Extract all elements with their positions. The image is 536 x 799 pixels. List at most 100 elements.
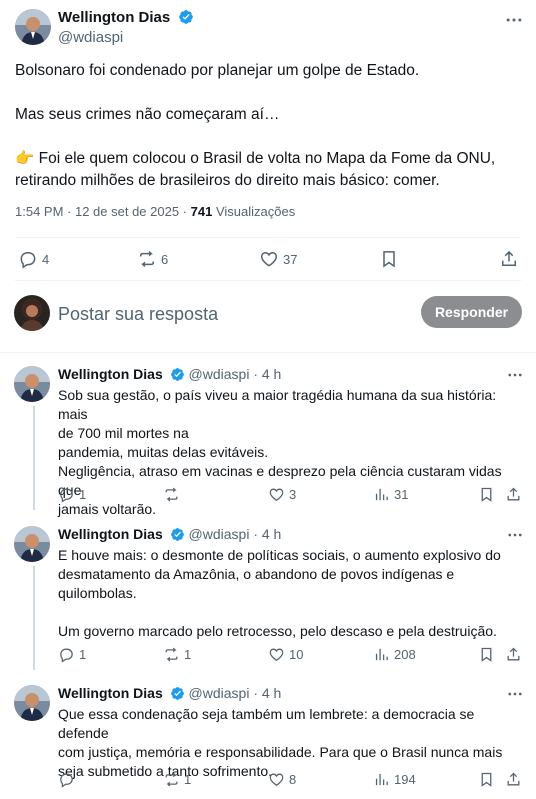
reply-button[interactable]: 4 [18,249,49,269]
share-button[interactable] [505,771,522,788]
reply-icon [20,252,36,269]
verified-badge-icon [170,367,185,382]
reply-icon [60,488,73,503]
like-button[interactable]: 10 [268,646,303,663]
bookmark-icon [481,487,492,502]
repost-count: 6 [161,251,169,267]
divider [15,280,521,281]
tweet-header: Wellington Dias @wdiaspi · 4 h [58,685,281,701]
like-button[interactable]: 37 [259,249,297,269]
tweet-timestamp[interactable]: 1:54 PM · 12 de set de 2025 · [15,204,191,219]
repost-icon [165,647,178,662]
tweet-line: quilombolas. [58,585,137,601]
repost-button[interactable] [163,486,184,503]
repost-button[interactable]: 1 [163,646,191,663]
main-tweet-header: Wellington Dias @wdiaspi [0,0,536,56]
tweet-line: Mas seus crimes não começaram aí… [15,106,280,123]
repost-button[interactable]: 1 [163,771,191,788]
verified-badge-icon [170,686,185,701]
analytics-icon [375,488,388,501]
reply-button[interactable] [58,771,79,788]
share-icon [507,487,520,501]
more-options-icon[interactable] [504,10,524,30]
share-button[interactable] [499,249,519,269]
share-icon [507,772,520,786]
bookmark-button[interactable] [478,771,495,788]
reply-button[interactable]: 1 [58,646,86,663]
repost-button[interactable]: 6 [137,249,168,269]
share-button[interactable] [505,646,522,663]
divider [0,352,536,353]
views-label: Visualizações [215,204,296,219]
views-button[interactable]: 194 [373,771,416,788]
heart-icon [269,488,284,501]
action-bar: 1 1 10 208 [0,646,536,666]
tweet-meta: 1:54 PM · 12 de set de 2025 · 741 Visual… [15,204,295,219]
bookmark-icon [383,251,395,268]
heart-icon [269,648,284,661]
like-button[interactable]: 3 [268,486,296,503]
tweet-header: Wellington Dias @wdiaspi · 4 h [58,526,281,542]
repost-icon [165,487,178,502]
author-name[interactable]: Wellington Dias [58,9,170,26]
reply-submit-button[interactable]: Responder [421,296,522,328]
tweet-line: Bolsonaro foi condenado por planejar um … [15,62,420,79]
reply-input[interactable]: Postar sua resposta [58,304,218,325]
current-user-avatar[interactable] [14,295,50,331]
author-handle[interactable]: @wdiaspi [58,29,123,46]
tweet-line: desmatamento da Amazônia, o abandono de … [58,566,455,582]
views-count: 741 [190,204,213,219]
author-avatar[interactable] [14,526,50,562]
main-action-bar: 4 6 37 [0,240,536,280]
tweet-line: de 700 mil mortes na [58,425,189,441]
tweet-line: com justiça, memória e responsabilidade.… [58,744,503,760]
verified-badge-icon [170,527,185,542]
heart-icon [269,773,284,786]
verified-badge-icon [178,9,194,25]
author-handle[interactable]: @wdiaspi · 4 h [189,685,282,701]
views-count: 31 [394,487,409,502]
author-handle[interactable]: @wdiaspi · 4 h [189,366,282,382]
heart-icon [260,251,278,267]
author-name[interactable]: Wellington Dias [58,685,163,701]
reply-count: 1 [79,487,87,502]
action-bar: 1 8 194 [0,771,536,791]
author-avatar[interactable] [14,366,50,402]
tweet-header: Wellington Dias @wdiaspi · 4 h [58,366,281,382]
tweet-line: pandemia, muitas delas evitáveis. [58,444,269,460]
like-count: 3 [289,487,297,502]
reply-icon [60,648,73,663]
share-button[interactable] [505,486,522,503]
author-handle[interactable]: @wdiaspi · 4 h [189,526,282,542]
author-avatar[interactable] [14,685,50,721]
divider [15,237,521,238]
bookmark-icon [481,647,492,662]
more-options-icon[interactable] [506,526,524,544]
tweet-line: E houve mais: o desmonte de políticas so… [58,547,501,563]
more-options-icon[interactable] [506,685,524,703]
reply-button[interactable]: 1 [58,486,86,503]
main-tweet-text: Bolsonaro foi condenado por planejar um … [15,60,525,192]
more-options-icon[interactable] [506,366,524,384]
bookmark-button[interactable] [478,486,495,503]
analytics-icon [375,773,388,786]
author-name[interactable]: Wellington Dias [58,526,163,542]
author-name-row: Wellington Dias [58,9,194,27]
tweet-line: 👉 Foi ele quem colocou o Brasil de volta… [15,150,496,167]
like-button[interactable]: 8 [268,771,296,788]
author-name[interactable]: Wellington Dias [58,366,163,382]
share-icon [507,647,520,661]
bookmark-button[interactable] [478,646,495,663]
analytics-icon [375,648,388,661]
reply-count: 4 [42,251,50,267]
tweet-text: E houve mais: o desmonte de políticas so… [58,546,526,641]
tweet-line: Sob sua gestão, o país viveu a maior tra… [58,387,497,422]
like-count: 37 [283,251,298,267]
views-button[interactable]: 31 [373,486,408,503]
tweet-line: retirando milhões de brasileiros do dire… [15,172,440,189]
views-button[interactable]: 208 [373,646,416,663]
author-avatar[interactable] [15,9,51,45]
bookmark-button[interactable] [379,249,399,269]
tweet-line: Que essa condenação seja também um lembr… [58,706,475,741]
reply-icon [60,773,73,788]
